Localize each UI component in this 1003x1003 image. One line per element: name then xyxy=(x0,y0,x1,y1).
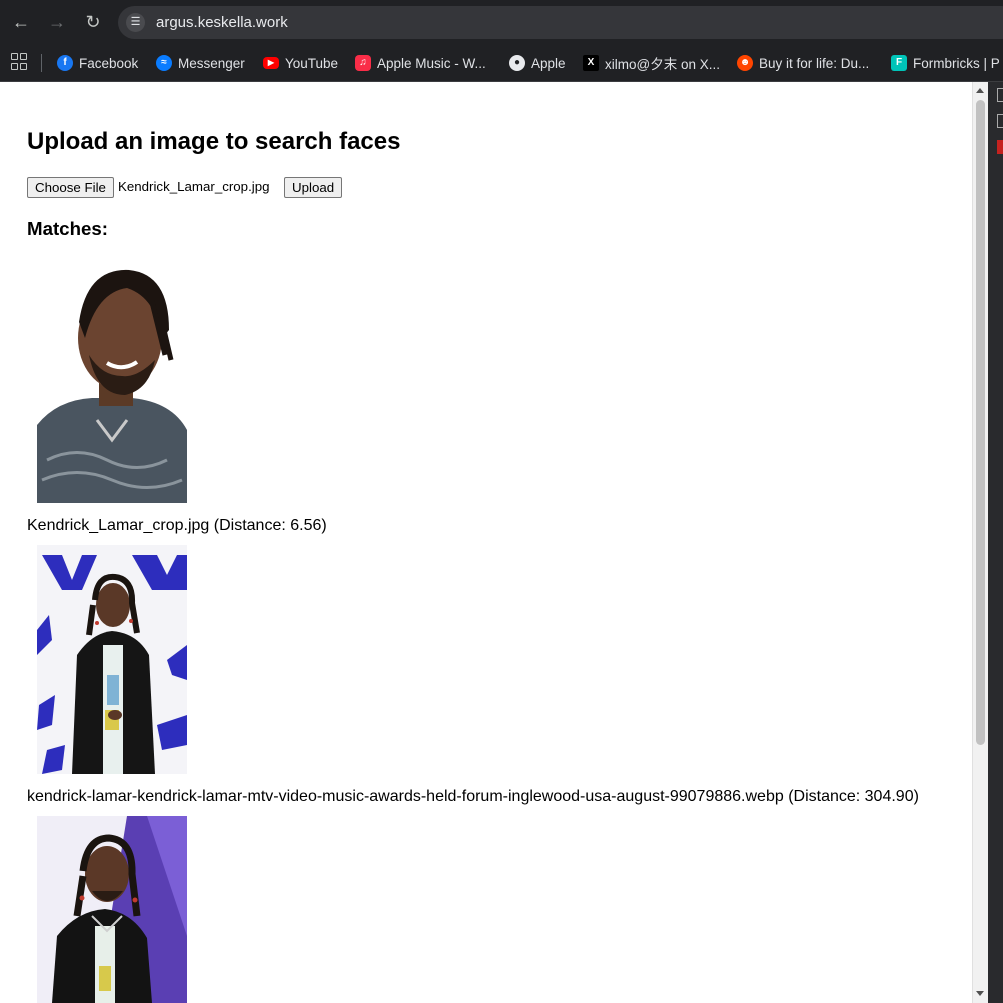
kendrick-vma-image xyxy=(37,545,187,774)
bookmark-label: Facebook xyxy=(79,55,139,71)
scroll-down-arrow-icon[interactable] xyxy=(976,991,984,996)
browser-toolbar: ← → ↻ ☰ argus.keskella.work xyxy=(0,0,1003,45)
upload-button[interactable]: Upload xyxy=(284,177,343,198)
scrollbar-thumb[interactable] xyxy=(976,100,985,745)
bookmark-formbricks[interactable]: F Formbricks | P xyxy=(891,52,1000,74)
site-settings-icon[interactable]: ☰ xyxy=(126,13,145,32)
matches-heading: Matches: xyxy=(27,218,109,239)
match-caption: kendrick-lamar-kendrick-lamar-mtv-video-… xyxy=(27,788,919,805)
match-image xyxy=(37,816,187,1003)
bookmark-apple-music[interactable]: ♫ Apple Music - W... xyxy=(355,52,486,74)
x-icon: X xyxy=(583,55,599,71)
kendrick-portrait-image xyxy=(37,260,187,503)
bookmark-label: Formbricks | P xyxy=(913,55,1000,71)
match-image xyxy=(37,260,187,503)
bookmark-x[interactable]: X xilmo@夕末 on X... xyxy=(583,52,720,74)
apps-grid-icon[interactable] xyxy=(11,53,27,70)
apple-music-icon: ♫ xyxy=(355,55,371,71)
back-button[interactable]: ← xyxy=(7,8,35,36)
reload-button[interactable]: ↻ xyxy=(79,8,107,36)
bookmarks-bar: f Facebook ≈ Messenger ▶ YouTube ♫ Apple… xyxy=(0,45,1003,82)
bookmark-label: Buy it for life: Du... xyxy=(759,55,870,71)
youtube-icon: ▶ xyxy=(263,57,279,69)
page-content: Upload an image to search faces Choose F… xyxy=(0,82,972,1003)
bookmark-messenger[interactable]: ≈ Messenger xyxy=(156,52,245,74)
bookmark-facebook[interactable]: f Facebook xyxy=(57,52,138,74)
apple-icon: ● xyxy=(509,55,525,71)
bookmark-apple[interactable]: ● Apple xyxy=(509,52,566,74)
bookmarks-separator xyxy=(41,54,42,72)
selected-file-name: Kendrick_Lamar_crop.jpg xyxy=(118,179,270,194)
page-title: Upload an image to search faces xyxy=(27,128,401,155)
devtools-panel-icon[interactable] xyxy=(997,114,1003,128)
devtools-error-icon[interactable] xyxy=(997,140,1003,154)
forward-button[interactable]: → xyxy=(43,8,71,36)
facebook-icon: f xyxy=(57,55,73,71)
bookmark-label: Apple xyxy=(531,55,566,71)
bookmark-label: Apple Music - W... xyxy=(377,55,486,71)
choose-file-button[interactable]: Choose File xyxy=(27,177,114,198)
browser-chrome: ← → ↻ ☰ argus.keskella.work f Facebook ≈… xyxy=(0,0,1003,82)
bookmark-reddit[interactable]: ☻ Buy it for life: Du... xyxy=(737,52,869,74)
messenger-icon: ≈ xyxy=(156,55,172,71)
reddit-icon: ☻ xyxy=(737,55,753,71)
scroll-up-arrow-icon[interactable] xyxy=(976,88,984,93)
bookmark-label: xilmo@夕末 on X... xyxy=(605,57,720,72)
devtools-toggle-icon[interactable] xyxy=(997,88,1003,102)
address-bar[interactable]: ☰ argus.keskella.work xyxy=(118,6,1003,39)
match-image xyxy=(37,545,187,774)
bookmark-youtube[interactable]: ▶ YouTube xyxy=(263,52,338,74)
match-caption: Kendrick_Lamar_crop.jpg (Distance: 6.56) xyxy=(27,517,327,534)
kendrick-red-carpet-image xyxy=(37,816,187,1003)
url-text: argus.keskella.work xyxy=(156,14,288,31)
devtools-panel-edge xyxy=(988,82,1003,1003)
bookmark-label: Messenger xyxy=(178,55,245,71)
bookmark-label: YouTube xyxy=(285,55,339,71)
formbricks-icon: F xyxy=(891,55,907,71)
